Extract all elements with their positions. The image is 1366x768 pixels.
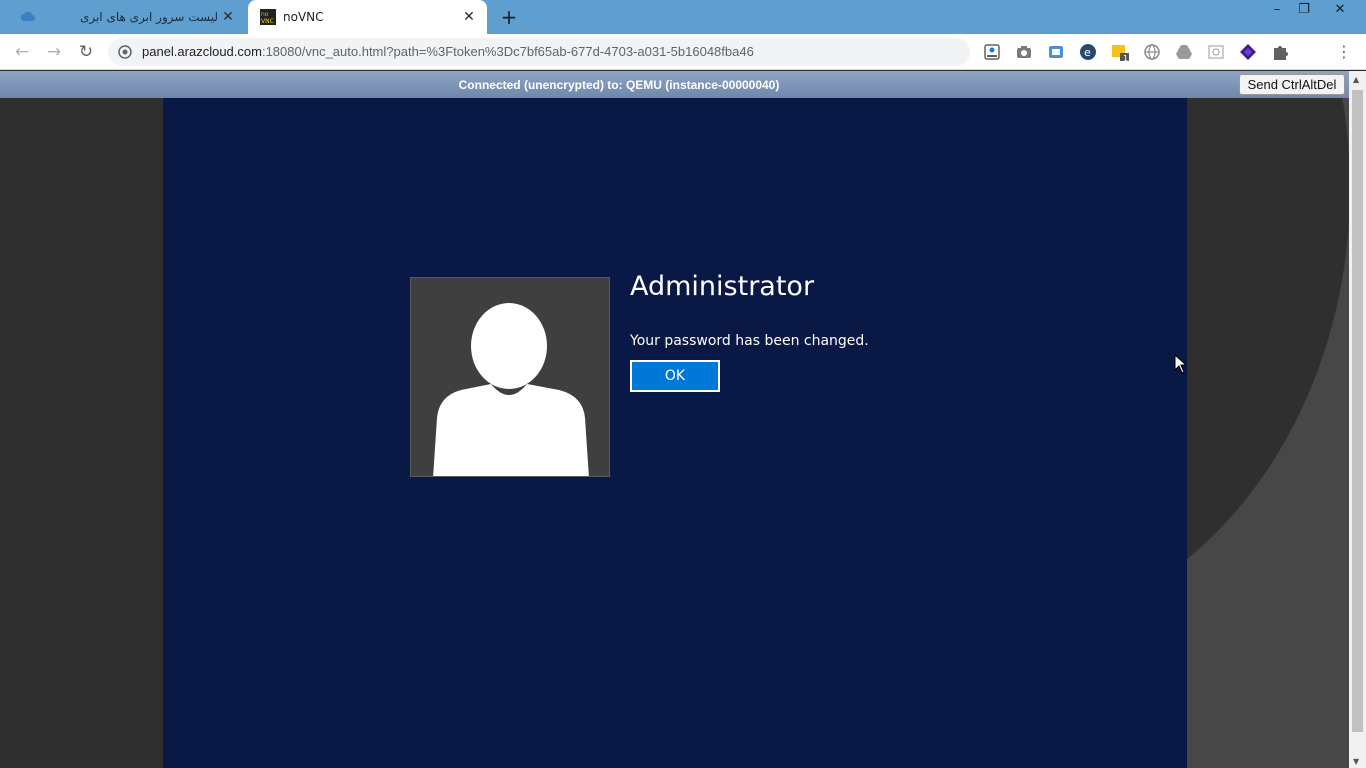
password-changed-message: Your password has been changed.	[630, 333, 869, 349]
user-avatar	[410, 277, 610, 477]
reload-icon[interactable]: ↻	[74, 40, 98, 64]
mouse-cursor-icon	[1174, 354, 1186, 374]
vnc-status-bar: Connected (unencrypted) to: QEMU (instan…	[0, 71, 1349, 98]
menu-kebab-icon[interactable]: ⋮	[1332, 40, 1356, 64]
tab-title: لیست سرور ابری های ابری	[79, 10, 218, 24]
tab-cloud-servers[interactable]: لیست سرور ابری های ابری ✕	[8, 0, 246, 34]
camera-icon[interactable]	[1014, 42, 1034, 62]
url-path: :18080/vnc_auto.html?path=%3Ftoken%3Dc7b…	[261, 44, 754, 59]
user-name: Administrator	[630, 271, 815, 302]
url-host: panel.arazcloud.com	[142, 44, 262, 59]
scrollbar-thumb[interactable]	[1352, 90, 1363, 732]
send-ctrl-alt-del-button[interactable]: Send CtrlAltDel	[1239, 74, 1345, 95]
drive-icon[interactable]	[1174, 42, 1194, 62]
connection-status: Connected (unencrypted) to: QEMU (instan…	[458, 78, 780, 92]
close-window-icon[interactable]: ✕	[1326, 0, 1354, 22]
novnc-icon: no VNC	[260, 9, 276, 25]
extension-badge: 1	[1123, 54, 1129, 63]
restore-icon[interactable]: ❐	[1290, 0, 1318, 22]
user-silhouette-icon	[433, 303, 589, 476]
proton-extension-icon[interactable]	[1238, 42, 1258, 62]
translate-extension-icon[interactable]	[982, 42, 1002, 62]
windows-lock-screen: Administrator Your password has been cha…	[163, 98, 1187, 768]
minimize-icon[interactable]: –	[1263, 0, 1291, 22]
site-info-icon[interactable]	[118, 45, 132, 59]
tab-novnc[interactable]: no VNC noVNC ✕	[248, 0, 487, 34]
grid-extension-icon[interactable]	[1206, 42, 1226, 62]
scroll-up-icon[interactable]: ▲	[1353, 75, 1359, 84]
back-icon[interactable]: ←	[10, 40, 34, 64]
svg-text:no: no	[261, 11, 269, 18]
close-tab-icon[interactable]: ✕	[461, 9, 477, 25]
tab-strip: لیست سرور ابری های ابری ✕ no VNC noVNC ✕…	[0, 0, 1366, 34]
forward-icon[interactable]: →	[42, 40, 66, 64]
browser-toolbar: ← → ↻ panel.arazcloud.com:18080/vnc_auto…	[0, 34, 1366, 70]
address-bar[interactable]: panel.arazcloud.com:18080/vnc_auto.html?…	[108, 38, 970, 66]
cloud-icon	[20, 11, 35, 21]
ok-button[interactable]: OK	[630, 360, 720, 392]
grammar-extension-icon[interactable]: e	[1078, 42, 1098, 62]
close-tab-icon[interactable]: ✕	[220, 9, 236, 25]
screen-capture-icon[interactable]	[1046, 42, 1066, 62]
new-tab-button[interactable]: +	[498, 6, 520, 28]
scroll-down-icon[interactable]: ▼	[1353, 757, 1359, 766]
svg-text:VNC: VNC	[261, 18, 274, 25]
extensions-puzzle-icon[interactable]	[1270, 42, 1290, 62]
tab-title: noVNC	[283, 10, 324, 24]
svg-text:e: e	[1084, 46, 1091, 59]
globe-icon[interactable]	[1142, 42, 1162, 62]
url-text: panel.arazcloud.com:18080/vnc_auto.html?…	[142, 44, 754, 59]
vnc-canvas[interactable]: Administrator Your password has been cha…	[0, 98, 1349, 768]
page-scrollbar[interactable]: ▲ ▼	[1349, 71, 1366, 768]
